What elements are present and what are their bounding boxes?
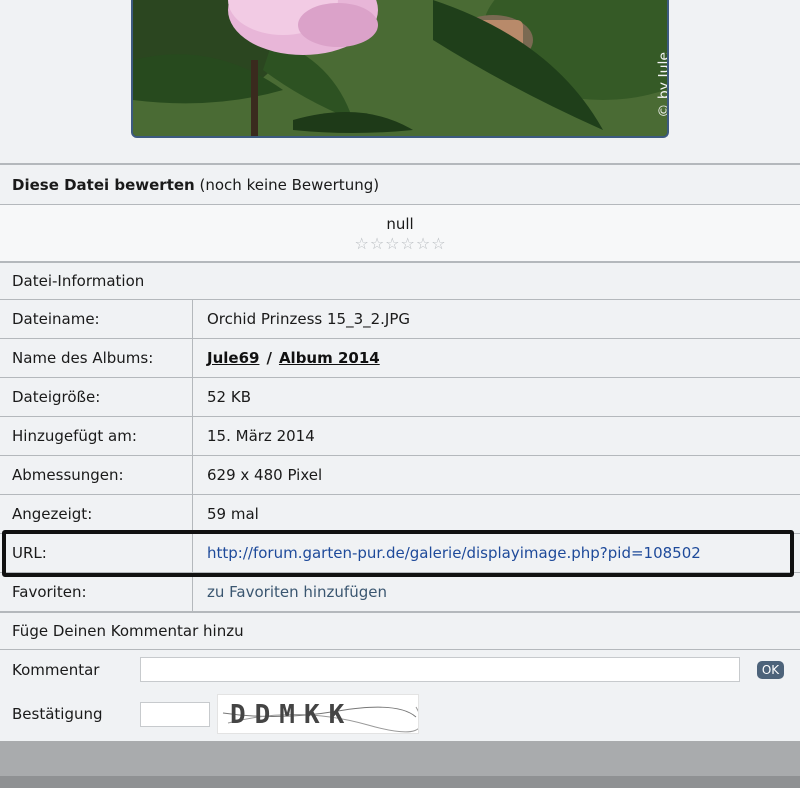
star-icon[interactable]: ☆ xyxy=(431,235,445,252)
confirm-row: Bestätigung DDMKK xyxy=(0,689,800,739)
star-icon[interactable]: ☆ xyxy=(354,235,368,252)
confirm-input[interactable] xyxy=(140,701,210,727)
row-album: Name des Albums: Jule69 / Album 2014 xyxy=(0,338,800,377)
dimensions-value: 629 x 480 Pixel xyxy=(207,466,323,484)
star-icon[interactable]: ☆ xyxy=(401,235,415,252)
rating-value: null xyxy=(386,214,414,233)
captcha-text: DDMKK xyxy=(230,700,353,730)
rating-status: (noch keine Bewertung) xyxy=(199,175,380,194)
comment-row: Kommentar OK xyxy=(0,649,800,689)
row-dimensions: Abmessungen: 629 x 480 Pixel xyxy=(0,455,800,494)
row-filename: Dateiname: Orchid Prinzess 15_3_2.JPG xyxy=(0,299,800,338)
photo-watermark: © by Jule xyxy=(657,52,669,118)
album-separator: / xyxy=(266,349,272,367)
file-info-heading: Datei-Information xyxy=(0,261,800,299)
filename-value: Orchid Prinzess 15_3_2.JPG xyxy=(207,310,411,328)
row-added: Hinzugefügt am: 15. März 2014 xyxy=(0,416,800,455)
size-value: 52 KB xyxy=(207,388,251,406)
star-icon[interactable]: ☆ xyxy=(385,235,399,252)
star-icon[interactable]: ☆ xyxy=(370,235,384,252)
ok-button[interactable]: OK xyxy=(757,660,784,679)
rating-stars: ☆ ☆ ☆ ☆ ☆ ☆ xyxy=(354,235,445,252)
row-url: URL: http://forum.garten-pur.de/galerie/… xyxy=(0,533,800,572)
rating-body: null ☆ ☆ ☆ ☆ ☆ ☆ xyxy=(0,204,800,261)
views-value: 59 mal xyxy=(207,505,259,523)
added-value: 15. März 2014 xyxy=(207,427,315,445)
comment-heading: Füge Deinen Kommentar hinzu xyxy=(0,611,800,649)
album-label: Name des Albums: xyxy=(0,339,193,377)
size-label: Dateigröße: xyxy=(0,378,193,416)
added-label: Hinzugefügt am: xyxy=(0,417,193,455)
rating-title: Diese Datei bewerten xyxy=(12,175,195,194)
captcha-image: DDMKK xyxy=(217,694,422,734)
row-views: Angezeigt: 59 mal xyxy=(0,494,800,533)
add-favorites-link[interactable]: zu Favoriten hinzufügen xyxy=(207,583,387,601)
album-user-link[interactable]: Jule69 xyxy=(207,349,259,367)
comment-input[interactable] xyxy=(140,657,740,682)
album-name-link[interactable]: Album 2014 xyxy=(279,349,380,367)
image-area: © by Jule xyxy=(0,0,800,150)
url-label: URL: xyxy=(0,534,193,572)
favorites-label: Favoriten: xyxy=(0,573,193,611)
filename-label: Dateiname: xyxy=(0,300,193,338)
dimensions-label: Abmessungen: xyxy=(0,456,193,494)
rating-header: Diese Datei bewerten (noch keine Bewertu… xyxy=(0,163,800,204)
footer-band xyxy=(0,741,800,788)
row-size: Dateigröße: 52 KB xyxy=(0,377,800,416)
views-label: Angezeigt: xyxy=(0,495,193,533)
confirm-label: Bestätigung xyxy=(12,705,103,723)
row-favorites: Favoriten: zu Favoriten hinzufügen xyxy=(0,572,800,611)
file-info-table: Diese Datei bewerten (noch keine Bewertu… xyxy=(0,163,800,739)
url-link[interactable]: http://forum.garten-pur.de/galerie/displ… xyxy=(207,544,701,562)
flower-photo[interactable]: © by Jule xyxy=(131,0,669,138)
comment-label: Kommentar xyxy=(12,660,100,679)
star-icon[interactable]: ☆ xyxy=(416,235,430,252)
